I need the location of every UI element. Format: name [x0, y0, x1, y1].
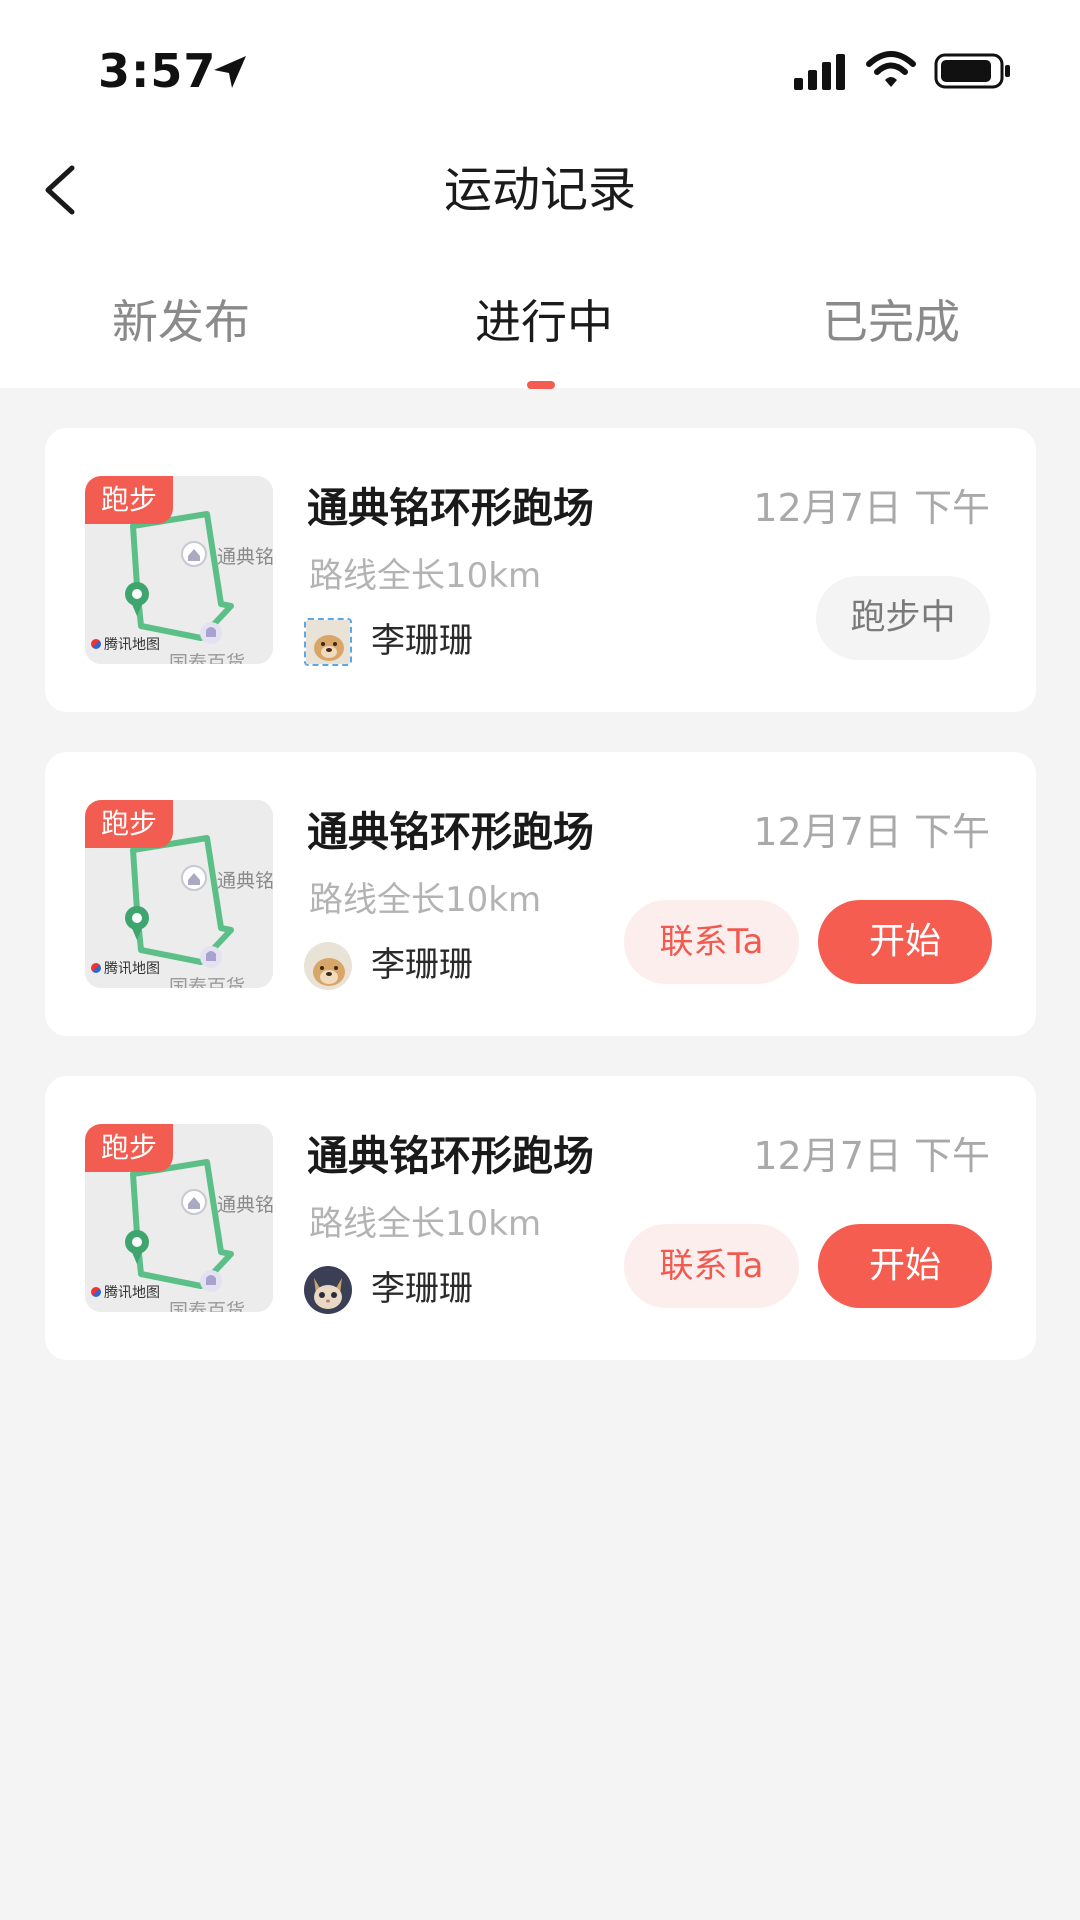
wifi-icon [866, 51, 916, 87]
avatar[interactable] [304, 1266, 352, 1314]
tab-new[interactable]: 新发布 [112, 292, 250, 352]
cat-avatar-icon [304, 1266, 352, 1314]
contact-button[interactable]: 联系Ta [624, 900, 799, 984]
avatar[interactable] [304, 942, 352, 990]
map-poi-label: 通典铭 [217, 870, 273, 892]
map-brand: 腾讯地图 [91, 1282, 160, 1302]
tab-active-indicator [527, 381, 555, 389]
avatar[interactable] [304, 618, 352, 666]
header-area: 3:57 运动记录 新发布 进行中 已完成 [0, 0, 1080, 389]
route-length: 路线全长10km [309, 556, 542, 596]
venue-name: 通典铭环形跑场 [307, 808, 594, 856]
location-arrow-icon [214, 56, 246, 88]
battery-icon [934, 53, 1010, 89]
start-button[interactable]: 开始 [818, 900, 992, 984]
map-poi-label: 国泰百货 [169, 652, 246, 664]
venue-name: 通典铭环形跑场 [307, 484, 594, 532]
map-brand-label: 腾讯地图 [104, 1285, 160, 1301]
user-name: 李珊珊 [371, 945, 473, 985]
tencent-map-logo-icon [91, 963, 101, 973]
status-time: 3:57 [98, 44, 217, 98]
map-brand: 腾讯地图 [91, 958, 160, 978]
venue-name: 通典铭环形跑场 [307, 1132, 594, 1180]
sport-type-tag: 跑步 [85, 476, 174, 524]
page-title: 运动记录 [443, 162, 636, 218]
map-poi-label: 通典铭 [217, 546, 273, 568]
map-brand: 腾讯地图 [91, 634, 160, 654]
dog-avatar-icon [306, 620, 350, 664]
map-poi-label: 国泰百货 [169, 1300, 246, 1312]
record-date: 12月7日 下午 [753, 810, 990, 854]
map-poi-label: 国泰百货 [169, 976, 246, 988]
record-card[interactable]: 通典铭 国泰百货 腾讯地图 跑步 通典铭环形跑场 12月7日 下午 路线全长10… [45, 1076, 1036, 1360]
contact-button[interactable]: 联系Ta [624, 1224, 799, 1308]
route-map-thumbnail: 通典铭 国泰百货 腾讯地图 跑步 [85, 1124, 273, 1312]
route-length: 路线全长10km [309, 1204, 542, 1244]
tencent-map-logo-icon [91, 639, 101, 649]
tencent-map-logo-icon [91, 1287, 101, 1297]
start-button[interactable]: 开始 [818, 1224, 992, 1308]
map-poi-label: 通典铭 [217, 1194, 273, 1216]
record-date: 12月7日 下午 [753, 1134, 990, 1178]
user-name: 李珊珊 [371, 1269, 473, 1309]
sport-type-tag: 跑步 [85, 800, 174, 848]
running-status-button[interactable]: 跑步中 [816, 576, 990, 660]
cellular-signal-icon [794, 54, 845, 90]
dog-avatar-icon [304, 942, 352, 990]
route-map-thumbnail: 通典铭 国泰百货 腾讯地图 跑步 [85, 476, 273, 664]
tab-in-progress[interactable]: 进行中 [475, 292, 613, 352]
route-map-thumbnail: 通典铭 国泰百货 腾讯地图 跑步 [85, 800, 273, 988]
record-card[interactable]: 通典铭 国泰百货 腾讯地图 跑步 通典铭环形跑场 12月7日 下午 路线全长10… [45, 428, 1036, 712]
sport-type-tag: 跑步 [85, 1124, 174, 1172]
map-brand-label: 腾讯地图 [104, 637, 160, 653]
record-card[interactable]: 通典铭 国泰百货 腾讯地图 跑步 通典铭环形跑场 12月7日 下午 路线全长10… [45, 752, 1036, 1036]
map-brand-label: 腾讯地图 [104, 961, 160, 977]
record-date: 12月7日 下午 [753, 486, 990, 530]
user-name: 李珊珊 [371, 621, 473, 661]
route-length: 路线全长10km [309, 880, 542, 920]
tab-completed[interactable]: 已完成 [822, 292, 960, 352]
